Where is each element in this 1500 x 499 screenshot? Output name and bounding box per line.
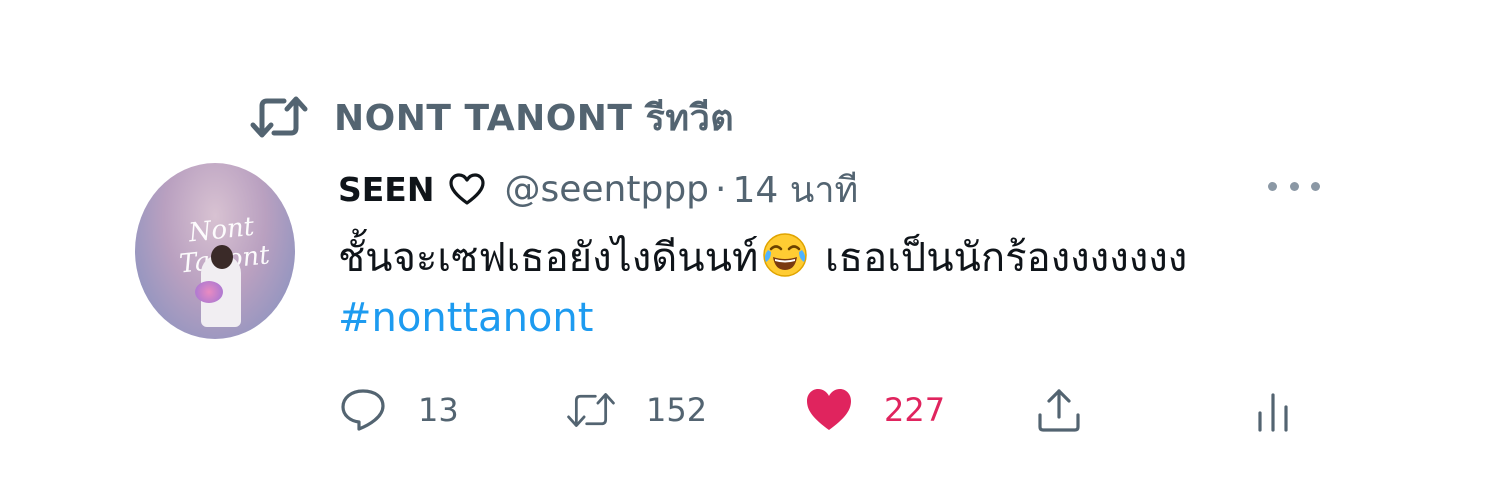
tweet-actions: 13 152 227: [338, 380, 1318, 440]
avatar[interactable]: Nont Tanont: [135, 163, 295, 339]
reply-icon: [341, 389, 385, 431]
tweet-text: ชั้นจะเซฟเธอยังไงดีนนท์ เธอเป็นนักร้องงง…: [338, 228, 1328, 348]
retweet-context: NONT TANONT รีทวีต: [250, 92, 734, 142]
retweet-icon: [250, 96, 308, 138]
like-count: 227: [884, 391, 946, 429]
avatar-head: [211, 245, 233, 269]
more-dot-icon: [1268, 181, 1277, 191]
tweet-text-part2: เธอเป็นนักร้องงงงงงง: [812, 235, 1188, 281]
more-options-button[interactable]: [1268, 170, 1320, 202]
retweet-button[interactable]: 152: [566, 380, 707, 440]
more-dot-icon: [1289, 181, 1299, 191]
separator-dot: ·: [715, 168, 727, 210]
reply-count: 13: [418, 391, 459, 429]
like-button[interactable]: 227: [804, 380, 945, 440]
user-handle[interactable]: @seentppp: [504, 169, 709, 210]
display-name[interactable]: SEEN: [338, 170, 434, 209]
analytics-icon: [1258, 393, 1288, 432]
analytics-button[interactable]: [1248, 380, 1298, 440]
timestamp[interactable]: 14 นาที: [732, 161, 858, 218]
retweeter-label[interactable]: NONT TANONT รีทวีต: [334, 89, 734, 146]
tweet-header: SEEN @seentppp · 14 นาที: [338, 163, 858, 215]
share-button[interactable]: [1034, 380, 1084, 440]
face-with-tears-of-joy-icon: [763, 233, 808, 277]
hashtag-link[interactable]: #nonttanont: [338, 295, 593, 341]
heart-filled-icon: [807, 389, 851, 430]
retweet-icon: [567, 393, 615, 427]
share-icon: [1038, 389, 1080, 432]
heart-outline-icon: [449, 173, 486, 205]
retweet-count: 152: [646, 391, 708, 429]
avatar-flowers: [195, 281, 223, 303]
more-dot-icon: [1311, 181, 1320, 191]
tweet-text-part1: ชั้นจะเซฟเธอยังไงดีนนท์: [338, 235, 759, 281]
reply-button[interactable]: 13: [338, 380, 459, 440]
